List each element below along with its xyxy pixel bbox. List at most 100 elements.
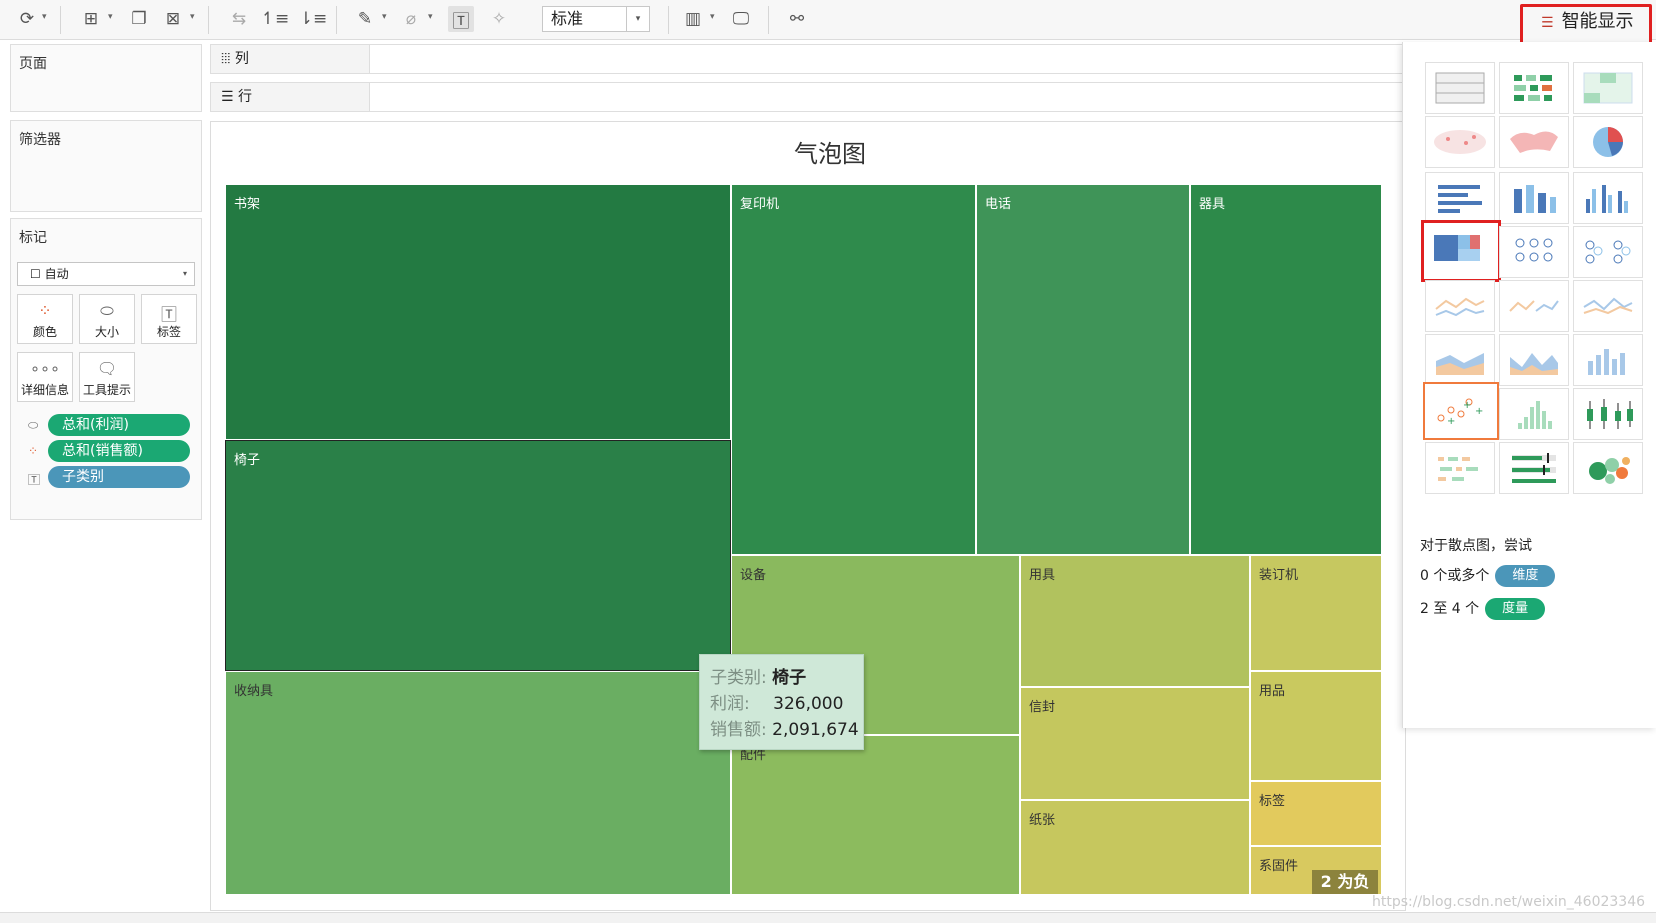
show-me-stacked-bars[interactable] — [1499, 172, 1569, 224]
treemap-cell-paper[interactable]: 纸张 — [1020, 800, 1250, 895]
rows-icon: ☰ — [221, 89, 239, 105]
treemap-cell-binders[interactable]: 装订机 — [1250, 555, 1382, 671]
presentation-icon[interactable]: 🖵 — [728, 6, 754, 32]
clear-sheet-icon[interactable]: ⊠ — [160, 6, 186, 32]
marks-tooltip-button[interactable]: 🗨 工具提示 — [79, 352, 135, 402]
duplicate-sheet-icon[interactable]: ❐ — [126, 6, 152, 32]
show-me-dual-combination[interactable] — [1573, 334, 1643, 386]
chevron-down-icon[interactable]: ▾ — [190, 12, 195, 22]
marks-label-button[interactable]: 🅃 标签 — [141, 294, 197, 344]
show-me-circle-views[interactable] — [1499, 226, 1569, 278]
gantt-icon — [1438, 457, 1478, 481]
show-me-text-table[interactable] — [1425, 62, 1495, 114]
treemap-cell-copiers[interactable]: 复印机 — [731, 184, 976, 555]
hint-dimension-pill: 维度 — [1495, 565, 1556, 587]
sort-descending-icon[interactable]: ⇂≡ — [299, 6, 328, 32]
cell-label: 信封 — [1029, 700, 1056, 715]
tooltip-row-subcategory: 子类别: 椅子 — [710, 663, 853, 689]
chevron-down-icon[interactable]: ▾ — [382, 12, 387, 22]
show-me-bullet-graph[interactable] — [1499, 442, 1569, 494]
refresh-icon[interactable]: ⟳ — [14, 6, 40, 32]
tooltip-value: 椅子 — [772, 668, 807, 688]
treemap-cell-phones[interactable]: 电话 — [976, 184, 1190, 555]
share-icon[interactable]: ⚯ — [784, 6, 810, 32]
pill-label: 子类别 — [62, 469, 104, 485]
chevron-down-icon[interactable]: ▾ — [108, 12, 113, 22]
show-me-symbol-map[interactable] — [1425, 116, 1495, 168]
new-worksheet-icon[interactable]: ⊞ — [78, 6, 104, 32]
watermark: https://blog.csdn.net/weixin_46023346 — [1372, 894, 1646, 910]
show-me-area-continuous[interactable] — [1425, 334, 1495, 386]
show-me-heat-map[interactable] — [1499, 62, 1569, 114]
color-icon: ⁘ — [38, 301, 52, 320]
filters-card[interactable]: 筛选器 — [10, 120, 202, 212]
show-cards-icon[interactable]: ▥ — [680, 6, 706, 32]
swap-axes-icon[interactable]: ⇆ — [226, 6, 252, 32]
toolbar-separator — [60, 6, 61, 34]
show-me-continuous-lines[interactable] — [1425, 280, 1495, 332]
chevron-down-icon[interactable]: ▾ — [626, 7, 649, 31]
show-me-histogram[interactable] — [1499, 388, 1569, 440]
show-me-gantt[interactable] — [1425, 442, 1495, 494]
chevron-down-icon[interactable]: ▾ — [710, 12, 715, 22]
show-me-horizontal-bars[interactable] — [1425, 172, 1495, 224]
svg-text:+: + — [1463, 400, 1471, 411]
dual-lines-icon — [1583, 297, 1633, 315]
svg-text:+: + — [1447, 416, 1455, 427]
treemap-cell-appliances[interactable]: 器具 — [1190, 184, 1382, 555]
show-me-side-by-side-bars[interactable] — [1573, 172, 1643, 224]
marks-label-label: 标签 — [156, 325, 181, 339]
show-me-filled-map[interactable] — [1499, 116, 1569, 168]
marks-detail-button[interactable]: ∘∘∘ 详细信息 — [17, 352, 73, 402]
columns-label: 列 — [234, 51, 249, 67]
treemap-cell-furnishings[interactable]: 用具 — [1020, 555, 1250, 687]
scatter-plot-icon: + + + — [1437, 398, 1483, 427]
symbol-map-icon — [1434, 130, 1486, 154]
detail-icon: ∘∘∘ — [29, 359, 61, 378]
columns-shelf[interactable] — [369, 44, 1403, 74]
toolbar-separator — [208, 6, 209, 34]
highlight-icon[interactable]: ✎ — [352, 6, 378, 32]
treemap-cell-labels[interactable]: 标签 — [1250, 781, 1382, 846]
show-me-box-plot[interactable] — [1573, 388, 1643, 440]
show-me-treemap[interactable] — [1421, 220, 1501, 282]
chevron-down-icon[interactable]: ▾ — [176, 263, 194, 285]
show-me-side-by-side-circles[interactable] — [1573, 226, 1643, 278]
marks-size-button[interactable]: ⬭ 大小 — [79, 294, 135, 344]
tooltip-key: 利润: — [710, 694, 750, 714]
show-me-pie-chart[interactable] — [1573, 116, 1643, 168]
group-icon[interactable]: ⌀ — [398, 6, 424, 32]
show-me-highlight-table[interactable] — [1573, 62, 1643, 114]
show-me-area-discrete[interactable] — [1499, 334, 1569, 386]
treemap-cell-supplies[interactable]: 用品 — [1250, 671, 1382, 781]
tooltip-key: 子类别: — [710, 668, 767, 688]
treemap-cell-envelopes[interactable]: 信封 — [1020, 687, 1250, 800]
treemap-cell-chairs[interactable]: 椅子 — [225, 440, 731, 671]
pill-sum-profit[interactable]: 总和(利润) — [48, 414, 190, 436]
horizontal-bars-icon — [1438, 185, 1482, 213]
show-me-discrete-lines[interactable] — [1499, 280, 1569, 332]
mark-type-select[interactable]: ☐ 自动 ▾ — [17, 262, 195, 286]
show-me-scatter-plot[interactable]: + + + — [1423, 382, 1499, 440]
marks-color-button[interactable]: ⁘ 颜色 — [17, 294, 73, 344]
pill-sum-sales[interactable]: 总和(销售额) — [48, 440, 190, 462]
chevron-down-icon[interactable]: ▾ — [428, 12, 433, 22]
show-labels-icon[interactable]: 🅃 — [448, 6, 474, 32]
treemap-cell-storage[interactable]: 收纳具 — [225, 671, 731, 895]
sort-ascending-icon[interactable]: ↿≡ — [261, 6, 290, 32]
tooltip-icon: 🗨 — [96, 359, 118, 378]
chevron-down-icon[interactable]: ▾ — [42, 12, 47, 22]
fix-axes-icon[interactable]: ✧ — [486, 6, 512, 32]
show-me-panel: + + + — [1402, 42, 1656, 728]
hint-measures-text: 2 至 4 个 — [1420, 601, 1480, 617]
pages-card[interactable]: 页面 — [10, 44, 202, 112]
rows-shelf-label: ☰ 行 — [210, 82, 370, 112]
show-me-packed-bubbles[interactable] — [1573, 442, 1643, 494]
negative-values-badge[interactable]: 2 为负 — [1312, 870, 1378, 894]
treemap-cell-bookcases[interactable]: 书架 — [225, 184, 731, 440]
fit-select[interactable]: 标准 ▾ — [542, 6, 650, 32]
rows-shelf[interactable] — [369, 82, 1403, 112]
show-me-dual-lines[interactable] — [1573, 280, 1643, 332]
pill-subcategory[interactable]: 子类别 — [48, 466, 190, 488]
treemap-cell-accessories[interactable]: 配件 — [731, 735, 1020, 895]
